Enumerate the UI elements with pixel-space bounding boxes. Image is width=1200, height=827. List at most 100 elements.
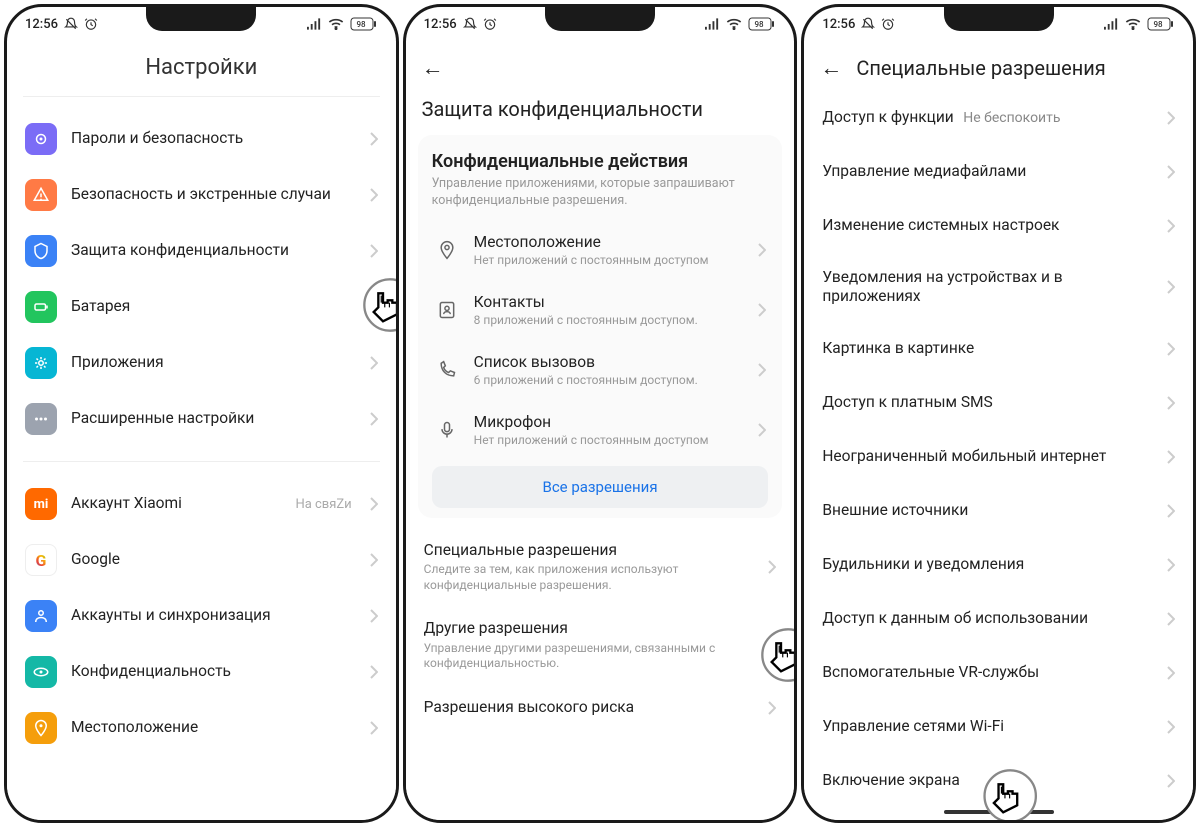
notch <box>944 7 1054 31</box>
back-button[interactable]: ← <box>820 55 842 81</box>
row-title: Местоположение <box>71 718 356 737</box>
alarm-icon <box>483 17 497 31</box>
permission-item[interactable]: Изменение системных настроек <box>816 199 1181 253</box>
settings-row[interactable]: Пароли и безопасность <box>19 111 384 167</box>
settings-row[interactable]: Другие разрешения Управление другими раз… <box>418 606 783 685</box>
permission-item[interactable]: Управление медиафайлами <box>816 145 1181 199</box>
settings-row[interactable]: Защита конфиденциальности <box>19 223 384 279</box>
settings-row[interactable]: G Google <box>19 532 384 588</box>
row-title: Доступ к данным об использовании <box>822 609 1157 628</box>
apps-icon <box>25 347 57 379</box>
all-permissions-button[interactable]: Все разрешения <box>432 466 769 508</box>
permission-item[interactable]: Включение экрана <box>816 754 1181 808</box>
permission-item[interactable]: Доступ к платным SMS <box>816 376 1181 430</box>
row-title: Изменение системных настроек <box>822 216 1157 235</box>
permission-row[interactable]: Контакты 8 приложений с постоянным досту… <box>432 280 769 340</box>
settings-row[interactable]: Конфиденциальность <box>19 644 384 700</box>
row-title: Управление сетями Wi-Fi <box>822 717 1157 736</box>
row-title: Другие разрешения <box>424 619 759 638</box>
row-title: Безопасность и экстренные случаи <box>71 185 356 204</box>
permission-item[interactable]: Внешние источники <box>816 484 1181 538</box>
page-title: Защита конфиденциальности <box>406 91 795 135</box>
signal-icon <box>705 18 720 30</box>
permission-item[interactable]: Неограниченный мобильный интернет <box>816 430 1181 484</box>
phone-2: 12:56 98 ← Защита конфиденциальности Кон… <box>403 4 798 823</box>
signal-icon <box>307 18 322 30</box>
settings-row[interactable]: Безопасность и экстренные случаи <box>19 167 384 223</box>
row-title: Включение экрана <box>822 771 1157 790</box>
google-icon: G <box>25 544 57 576</box>
row-title: Аккаунт Xiaomi <box>71 494 281 513</box>
wifi-icon <box>328 18 344 30</box>
wifi-icon <box>726 18 742 30</box>
row-sub: Нет приложений с постоянным доступом <box>474 253 745 267</box>
settings-row[interactable]: Местоположение <box>19 700 384 756</box>
mic-icon <box>434 417 460 443</box>
row-title: Приложения <box>71 353 356 372</box>
row-title: Местоположение <box>474 233 745 251</box>
row-title: Защита конфиденциальности <box>71 241 356 260</box>
row-title: Пароли и безопасность <box>71 129 356 148</box>
row-sub: Следите за тем, как приложения использую… <box>424 562 759 593</box>
row-title: Список вызовов <box>474 353 745 371</box>
settings-row[interactable]: Аккаунты и синхронизация <box>19 588 384 644</box>
row-title: Доступ к функции Не беспокоить <box>822 108 1157 128</box>
status-time: 12:56 <box>25 17 58 32</box>
row-title: Батарея <box>71 297 356 316</box>
bell-off-icon <box>861 17 875 31</box>
svg-text:98: 98 <box>356 20 366 29</box>
row-title: Разрешения высокого риска <box>424 698 759 717</box>
screen-special-permissions: ← Специальные разрешения Доступ к функци… <box>804 41 1193 820</box>
settings-row[interactable]: Приложения <box>19 335 384 391</box>
row-sub: 6 приложений с постоянным доступом. <box>474 373 745 387</box>
row-title: Вспомогательные VR-службы <box>822 663 1157 682</box>
mi-icon: mi <box>25 488 57 520</box>
permission-row[interactable]: Местоположение Нет приложений с постоянн… <box>432 220 769 280</box>
more-icon <box>25 403 57 435</box>
battery-icon: 98 <box>1147 17 1175 31</box>
svg-text:98: 98 <box>755 20 765 29</box>
row-sub: Управление другими разрешениями, связанн… <box>424 641 759 672</box>
permission-item[interactable]: Доступ к функции Не беспокоить <box>816 91 1181 145</box>
wifi-icon <box>1125 18 1141 30</box>
permission-row[interactable]: Микрофон Нет приложений с постоянным дос… <box>432 400 769 460</box>
signal-icon <box>1104 18 1119 30</box>
privacy-icon <box>25 235 57 267</box>
back-button[interactable]: ← <box>422 55 444 81</box>
screen-settings: Настройки Пароли и безопасность Безопасн… <box>7 41 396 820</box>
bell-off-icon <box>463 17 477 31</box>
permission-row[interactable]: Список вызовов 6 приложений с постоянным… <box>432 340 769 400</box>
location-icon <box>25 712 57 744</box>
phone-1: 12:56 98 Настройки Пароли и безопасность… <box>4 4 399 823</box>
row-title: Картинка в картинке <box>822 339 1157 358</box>
settings-row[interactable]: Расширенные настройки <box>19 391 384 447</box>
home-indicator[interactable] <box>944 810 1054 814</box>
row-title: Google <box>71 550 356 569</box>
alarm-icon <box>84 17 98 31</box>
divider <box>23 461 380 462</box>
row-title: Микрофон <box>474 413 745 431</box>
notch <box>146 7 256 31</box>
permission-item[interactable]: Картинка в картинке <box>816 322 1181 376</box>
permission-item[interactable]: Вспомогательные VR-службы <box>816 646 1181 700</box>
row-sub: 8 приложений с постоянным доступом. <box>474 313 745 327</box>
row-title: Неограниченный мобильный интернет <box>822 447 1157 466</box>
settings-row[interactable]: Специальные разрешения Следите за тем, к… <box>418 528 783 607</box>
bell-off-icon <box>64 17 78 31</box>
row-trail: Не беспокоить <box>960 110 1061 126</box>
card-title: Конфиденциальные действия <box>432 151 769 172</box>
battery-icon: 98 <box>350 17 378 31</box>
row-title: Будильники и уведомления <box>822 555 1157 574</box>
alarm-icon <box>881 17 895 31</box>
permission-item[interactable]: Будильники и уведомления <box>816 538 1181 592</box>
settings-row[interactable]: Батарея <box>19 279 384 335</box>
shield-icon <box>25 123 57 155</box>
row-title: Аккаунты и синхронизация <box>71 606 356 625</box>
permission-item[interactable]: Уведомления на устройствах и в приложени… <box>816 253 1181 322</box>
settings-row[interactable]: mi Аккаунт Xiaomi На свяZи <box>19 476 384 532</box>
settings-row[interactable]: Разрешения высокого риска <box>418 685 783 730</box>
permission-item[interactable]: Доступ к данным об использовании <box>816 592 1181 646</box>
notch <box>545 7 655 31</box>
phone-icon <box>434 357 460 383</box>
permission-item[interactable]: Управление сетями Wi-Fi <box>816 700 1181 754</box>
